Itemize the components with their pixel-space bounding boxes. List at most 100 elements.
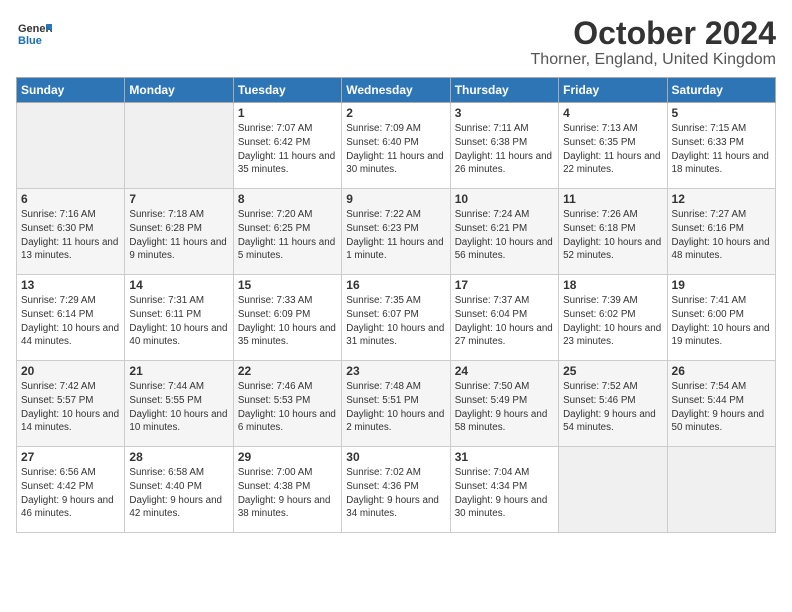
day-number: 11 xyxy=(563,192,662,206)
day-cell: 4Sunrise: 7:13 AM Sunset: 6:35 PM Daylig… xyxy=(559,103,667,189)
header: General Blue October 2024 Thorner, Engla… xyxy=(16,16,776,69)
day-cell: 24 Sunrise: 7:50 AM Sunset: 5:49 PM Dayli… xyxy=(450,361,558,447)
day-info: Sunrise: 7:42 AM Sunset: 5:57 PM Dayligh… xyxy=(21,380,120,435)
day-cell: 30 Sunrise: 7:02 AM Sunset: 4:36 PM Dayli… xyxy=(342,447,450,533)
day-info: Sunrise: 7:27 AM Sunset: 6:16 PM Dayligh… xyxy=(672,208,771,263)
logo: General Blue xyxy=(16,16,52,52)
day-info: Sunrise: 6:58 AM Sunset: 4:40 PM Dayligh… xyxy=(129,466,228,521)
col-header-monday: Monday xyxy=(125,78,233,103)
day-cell: 23 Sunrise: 7:48 AM Sunset: 5:51 PM Dayli… xyxy=(342,361,450,447)
day-info: Sunrise: 7:50 AM Sunset: 5:49 PM Dayligh… xyxy=(455,380,554,435)
day-cell: 1Sunrise: 7:07 AM Sunset: 6:42 PM Daylig… xyxy=(233,103,341,189)
day-cell: 26Sunrise: 7:54 AM Sunset: 5:44 PM Dayli… xyxy=(667,361,775,447)
day-info: Sunrise: 7:11 AM Sunset: 6:38 PM Dayligh… xyxy=(455,122,554,177)
day-number: 17 xyxy=(455,278,554,292)
day-number: 13 xyxy=(21,278,120,292)
day-number: 2 xyxy=(346,106,445,120)
day-cell: 17 Sunrise: 7:37 AM Sunset: 6:04 PM Dayli… xyxy=(450,275,558,361)
week-row-2: 6 Sunrise: 7:16 AM Sunset: 6:30 PM Daylig… xyxy=(17,189,776,275)
svg-text:Blue: Blue xyxy=(18,35,42,47)
day-number: 25 xyxy=(563,364,662,378)
day-cell: 14 Sunrise: 7:31 AM Sunset: 6:11 PM Dayli… xyxy=(125,275,233,361)
day-info: Sunrise: 7:29 AM Sunset: 6:14 PM Dayligh… xyxy=(21,294,120,349)
day-number: 7 xyxy=(129,192,228,206)
day-info: Sunrise: 7:41 AM Sunset: 6:00 PM Dayligh… xyxy=(672,294,771,349)
week-row-3: 13 Sunrise: 7:29 AM Sunset: 6:14 PM Dayli… xyxy=(17,275,776,361)
day-number: 24 xyxy=(455,364,554,378)
day-info: Sunrise: 7:54 AM Sunset: 5:44 PM Dayligh… xyxy=(672,380,771,435)
day-cell: 28 Sunrise: 6:58 AM Sunset: 4:40 PM Dayli… xyxy=(125,447,233,533)
day-cell: 29 Sunrise: 7:00 AM Sunset: 4:38 PM Dayli… xyxy=(233,447,341,533)
week-row-1: 1Sunrise: 7:07 AM Sunset: 6:42 PM Daylig… xyxy=(17,103,776,189)
day-number: 22 xyxy=(238,364,337,378)
day-info: Sunrise: 7:48 AM Sunset: 5:51 PM Dayligh… xyxy=(346,380,445,435)
day-cell: 19 Sunrise: 7:41 AM Sunset: 6:00 PM Dayli… xyxy=(667,275,775,361)
day-cell xyxy=(667,447,775,533)
day-cell: 16Sunrise: 7:35 AM Sunset: 6:07 PM Dayli… xyxy=(342,275,450,361)
day-info: Sunrise: 7:09 AM Sunset: 6:40 PM Dayligh… xyxy=(346,122,445,177)
day-number: 31 xyxy=(455,450,554,464)
day-number: 6 xyxy=(21,192,120,206)
day-cell: 11 Sunrise: 7:26 AM Sunset: 6:18 PM Dayli… xyxy=(559,189,667,275)
title-block: October 2024 Thorner, England, United Ki… xyxy=(531,16,776,69)
day-number: 3 xyxy=(455,106,554,120)
day-number: 16 xyxy=(346,278,445,292)
week-row-4: 20Sunrise: 7:42 AM Sunset: 5:57 PM Dayli… xyxy=(17,361,776,447)
day-cell: 18Sunrise: 7:39 AM Sunset: 6:02 PM Dayli… xyxy=(559,275,667,361)
day-cell xyxy=(17,103,125,189)
day-number: 19 xyxy=(672,278,771,292)
col-header-tuesday: Tuesday xyxy=(233,78,341,103)
col-header-thursday: Thursday xyxy=(450,78,558,103)
day-number: 28 xyxy=(129,450,228,464)
day-cell xyxy=(125,103,233,189)
col-header-friday: Friday xyxy=(559,78,667,103)
day-info: Sunrise: 7:02 AM Sunset: 4:36 PM Dayligh… xyxy=(346,466,445,521)
day-cell: 10 Sunrise: 7:24 AM Sunset: 6:21 PM Dayli… xyxy=(450,189,558,275)
day-number: 21 xyxy=(129,364,228,378)
day-number: 9 xyxy=(346,192,445,206)
day-cell xyxy=(559,447,667,533)
day-number: 5 xyxy=(672,106,771,120)
day-number: 18 xyxy=(563,278,662,292)
day-number: 8 xyxy=(238,192,337,206)
page: General Blue October 2024 Thorner, Engla… xyxy=(0,0,792,541)
day-cell: 27Sunrise: 6:56 AM Sunset: 4:42 PM Dayli… xyxy=(17,447,125,533)
day-info: Sunrise: 7:00 AM Sunset: 4:38 PM Dayligh… xyxy=(238,466,337,521)
day-number: 1 xyxy=(238,106,337,120)
day-cell: 31 Sunrise: 7:04 AM Sunset: 4:34 PM Dayli… xyxy=(450,447,558,533)
col-header-wednesday: Wednesday xyxy=(342,78,450,103)
day-info: Sunrise: 7:15 AM Sunset: 6:33 PM Dayligh… xyxy=(672,122,771,177)
day-number: 10 xyxy=(455,192,554,206)
day-cell: 7Sunrise: 7:18 AM Sunset: 6:28 PM Daylig… xyxy=(125,189,233,275)
day-info: Sunrise: 7:22 AM Sunset: 6:23 PM Dayligh… xyxy=(346,208,445,263)
day-info: Sunrise: 7:37 AM Sunset: 6:04 PM Dayligh… xyxy=(455,294,554,349)
day-cell: 15Sunrise: 7:33 AM Sunset: 6:09 PM Dayli… xyxy=(233,275,341,361)
day-number: 27 xyxy=(21,450,120,464)
day-cell: 22Sunrise: 7:46 AM Sunset: 5:53 PM Dayli… xyxy=(233,361,341,447)
logo-icon: General Blue xyxy=(16,16,52,52)
location: Thorner, England, United Kingdom xyxy=(531,51,776,69)
day-cell: 9 Sunrise: 7:22 AM Sunset: 6:23 PM Daylig… xyxy=(342,189,450,275)
day-info: Sunrise: 7:31 AM Sunset: 6:11 PM Dayligh… xyxy=(129,294,228,349)
day-cell: 21Sunrise: 7:44 AM Sunset: 5:55 PM Dayli… xyxy=(125,361,233,447)
day-cell: 25Sunrise: 7:52 AM Sunset: 5:46 PM Dayli… xyxy=(559,361,667,447)
day-number: 30 xyxy=(346,450,445,464)
day-info: Sunrise: 7:04 AM Sunset: 4:34 PM Dayligh… xyxy=(455,466,554,521)
day-cell: 6 Sunrise: 7:16 AM Sunset: 6:30 PM Daylig… xyxy=(17,189,125,275)
day-info: Sunrise: 7:16 AM Sunset: 6:30 PM Dayligh… xyxy=(21,208,120,263)
day-number: 29 xyxy=(238,450,337,464)
col-header-sunday: Sunday xyxy=(17,78,125,103)
day-number: 14 xyxy=(129,278,228,292)
day-cell: 2 Sunrise: 7:09 AM Sunset: 6:40 PM Daylig… xyxy=(342,103,450,189)
day-number: 23 xyxy=(346,364,445,378)
day-cell: 5 Sunrise: 7:15 AM Sunset: 6:33 PM Daylig… xyxy=(667,103,775,189)
day-number: 15 xyxy=(238,278,337,292)
day-cell: 20Sunrise: 7:42 AM Sunset: 5:57 PM Dayli… xyxy=(17,361,125,447)
day-info: Sunrise: 7:24 AM Sunset: 6:21 PM Dayligh… xyxy=(455,208,554,263)
day-info: Sunrise: 7:26 AM Sunset: 6:18 PM Dayligh… xyxy=(563,208,662,263)
day-cell: 8Sunrise: 7:20 AM Sunset: 6:25 PM Daylig… xyxy=(233,189,341,275)
day-cell: 3 Sunrise: 7:11 AM Sunset: 6:38 PM Daylig… xyxy=(450,103,558,189)
month-title: October 2024 xyxy=(531,16,776,51)
day-number: 12 xyxy=(672,192,771,206)
header-row: SundayMondayTuesdayWednesdayThursdayFrid… xyxy=(17,78,776,103)
